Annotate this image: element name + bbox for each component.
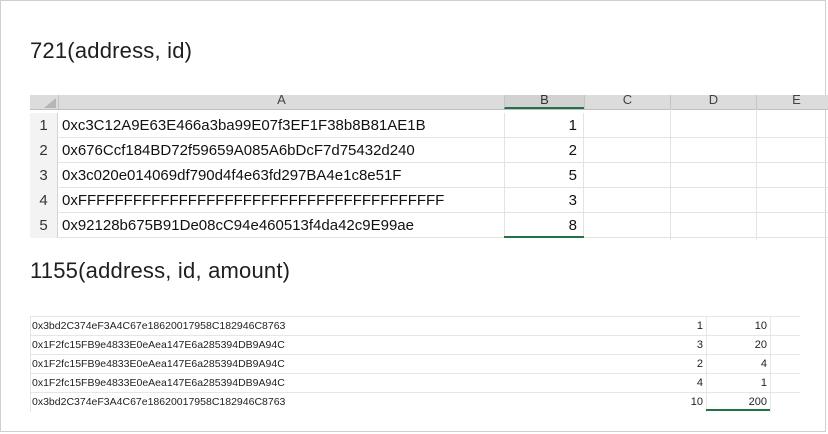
address-cell[interactable]: 0x3c020e014069df790d4f4e63fd297BA4e1c8e5… — [62, 163, 401, 188]
table-row: 0x3bd2C374eF3A4C67e18620017958C182946C87… — [30, 392, 800, 411]
address-cell[interactable]: 0xc3C12A9E63E466a3ba99E07f3EF1F38b8B81AE… — [62, 113, 426, 138]
amount-cell[interactable]: 1 — [706, 374, 770, 393]
selection-border — [706, 409, 770, 411]
select-all-corner[interactable] — [30, 95, 58, 109]
row-number[interactable]: 2 — [30, 138, 58, 163]
id-cell[interactable]: 2 — [504, 138, 584, 163]
id-cell[interactable]: 3 — [504, 188, 584, 213]
id-cell[interactable]: 1 — [630, 317, 706, 336]
spreadsheet-721: A B C D E 1 0xc3C12A9E63E466a3ba99E07f3E… — [30, 95, 828, 240]
table-row: 0x1F2fc15FB9e4833E0eAea147E6a285394DB9A9… — [30, 354, 800, 373]
id-cell[interactable]: 10 — [630, 393, 706, 412]
table-row: 0x3bd2C374eF3A4C67e18620017958C182946C87… — [30, 316, 800, 335]
selection-border — [504, 236, 584, 238]
row-number[interactable]: 5 — [30, 213, 58, 238]
spreadsheet-1155: 0x3bd2C374eF3A4C67e18620017958C182946C87… — [30, 316, 800, 412]
amount-cell[interactable]: 4 — [706, 355, 770, 374]
table-row: 0x1F2fc15FB9e4833E0eAea147E6a285394DB9A9… — [30, 373, 800, 392]
table-row: 0x1F2fc15FB9e4833E0eAea147E6a285394DB9A9… — [30, 335, 800, 354]
address-cell[interactable]: 0x1F2fc15FB9e4833E0eAea147E6a285394DB9A9… — [32, 336, 285, 355]
column-header-a[interactable]: A — [58, 95, 504, 109]
address-cell[interactable]: 0x1F2fc15FB9e4833E0eAea147E6a285394DB9A9… — [32, 355, 285, 374]
erc721-heading: 721(address, id) — [30, 38, 193, 63]
column-header-bar: A B C D E — [30, 95, 828, 110]
amount-cell[interactable]: 20 — [706, 336, 770, 355]
table-row: 1 0xc3C12A9E63E466a3ba99E07f3EF1F38b8B81… — [30, 113, 828, 138]
address-cell[interactable]: 0x3bd2C374eF3A4C67e18620017958C182946C87… — [32, 317, 285, 336]
column-header-b[interactable]: B — [504, 95, 584, 109]
address-cell[interactable]: 0xFFFFFFFFFFFFFFFFFFFFFFFFFFFFFFFFFFFFFF… — [62, 188, 444, 213]
row-number[interactable]: 4 — [30, 188, 58, 213]
row-number[interactable]: 3 — [30, 163, 58, 188]
id-cell[interactable]: 3 — [630, 336, 706, 355]
table-row: 3 0x3c020e014069df790d4f4e63fd297BA4e1c8… — [30, 163, 828, 188]
address-cell[interactable]: 0x676Ccf184BD72f59659A085A6bDcF7d75432d2… — [62, 138, 415, 163]
address-cell[interactable]: 0x3bd2C374eF3A4C67e18620017958C182946C87… — [32, 393, 285, 412]
id-cell[interactable]: 8 — [504, 213, 584, 238]
table-row: 4 0xFFFFFFFFFFFFFFFFFFFFFFFFFFFFFFFFFFFF… — [30, 188, 828, 213]
row-number[interactable]: 1 — [30, 113, 58, 138]
id-cell[interactable]: 2 — [630, 355, 706, 374]
erc1155-heading: 1155(address, id, amount) — [30, 258, 291, 283]
address-cell[interactable]: 0x92128b675B91De08cC94e460513f4da42c9E99… — [62, 213, 414, 238]
select-all-triangle-icon — [44, 98, 56, 108]
table-row: 5 0x92128b675B91De08cC94e460513f4da42c9E… — [30, 213, 828, 238]
id-cell[interactable]: 5 — [504, 163, 584, 188]
table-row: 2 0x676Ccf184BD72f59659A085A6bDcF7d75432… — [30, 138, 828, 163]
id-cell[interactable]: 1 — [504, 113, 584, 138]
address-cell[interactable]: 0x1F2fc15FB9e4833E0eAea147E6a285394DB9A9… — [32, 374, 285, 393]
id-cell[interactable]: 4 — [630, 374, 706, 393]
column-header-d[interactable]: D — [670, 95, 756, 109]
column-header-e[interactable]: E — [756, 95, 828, 109]
amount-cell[interactable]: 10 — [706, 317, 770, 336]
column-header-c[interactable]: C — [584, 95, 670, 109]
